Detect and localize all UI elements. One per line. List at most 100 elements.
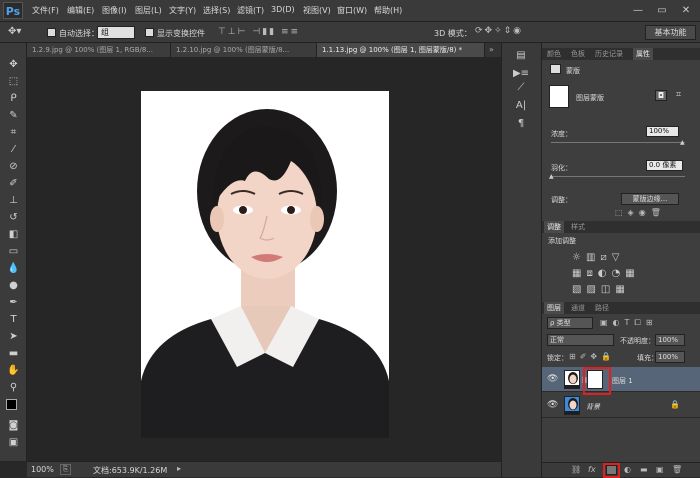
zoom-level[interactable]: 100% — [31, 465, 54, 474]
character-panel-icon[interactable]: A| — [510, 99, 532, 113]
history-brush-tool-icon[interactable]: ↺ — [6, 211, 21, 225]
minimize-icon[interactable]: — — [628, 3, 648, 18]
tab-styles[interactable]: 样式 — [568, 221, 588, 233]
quick-select-tool-icon[interactable]: ✎ — [6, 109, 21, 123]
auto-select-checkbox[interactable] — [47, 28, 56, 37]
lasso-tool-icon[interactable]: ᑭ — [6, 92, 21, 106]
brush-tool-icon[interactable]: ✐ — [6, 177, 21, 191]
menu-window[interactable]: 窗口(W) — [337, 5, 367, 16]
3d-mode-icons[interactable]: ⟳✥✧⇕◉ — [475, 26, 523, 36]
tab-adjustments[interactable]: 调整 — [544, 221, 564, 233]
tab-doc-1[interactable]: 1.2.9.jpg @ 100% (图层 1, RGB/8... — [27, 43, 171, 57]
fill-field[interactable]: 100% — [655, 351, 685, 363]
new-layer-icon[interactable]: ▣ — [656, 465, 664, 474]
tab-doc-2[interactable]: 1.2.10.jpg @ 100% (图层蒙版/8... — [171, 43, 317, 57]
visibility-eye-icon[interactable]: 👁 — [547, 400, 558, 410]
layer-row-layer1[interactable]: 👁 ⛓ 图层 1 — [542, 367, 700, 392]
tab-layers[interactable]: 图层 — [544, 302, 564, 314]
maximize-icon[interactable]: ▭ — [652, 3, 672, 18]
actions-panel-icon[interactable]: ▶≡ — [510, 67, 532, 81]
blend-mode-dropdown[interactable]: 正常 — [547, 334, 614, 346]
tab-paths[interactable]: 路径 — [592, 302, 612, 314]
mask-edge-button[interactable]: 蒙版边缘... — [621, 193, 679, 205]
photoshop-logo: Ps — [3, 2, 23, 19]
tab-swatches[interactable]: 色板 — [568, 48, 588, 60]
brush-presets-icon[interactable]: ⟋ — [510, 81, 532, 95]
shape-tool-icon[interactable]: ▬ — [6, 347, 21, 361]
feather-slider[interactable] — [551, 176, 685, 177]
menu-view[interactable]: 视图(V) — [303, 5, 331, 16]
tab-color[interactable]: 颜色 — [544, 48, 564, 60]
tab-history[interactable]: 历史记录 — [592, 48, 626, 60]
group-icon[interactable]: ▬ — [640, 465, 648, 474]
pixel-mask-icon[interactable]: ◘ — [655, 90, 667, 101]
menu-edit[interactable]: 编辑(E) — [67, 5, 94, 16]
layer-name[interactable]: 背景 — [586, 402, 600, 412]
tab-doc-3[interactable]: 1.1.13.jpg @ 100% (图层 1, 图层蒙版/8) * — [317, 43, 485, 57]
dodge-tool-icon[interactable]: ● — [6, 279, 21, 293]
auto-select-dropdown[interactable]: 组 — [97, 26, 135, 39]
feather-field[interactable]: 0.0 像素 — [646, 160, 683, 171]
visibility-eye-icon[interactable]: 👁 — [547, 374, 558, 384]
close-icon[interactable]: ✕ — [676, 3, 696, 18]
status-bar: 100% ⎘ 文档:653.9K/1.26M ▸ — [27, 461, 501, 477]
menu-layer[interactable]: 图层(L) — [135, 5, 162, 16]
menu-file[interactable]: 文件(F) — [32, 5, 59, 16]
zoom-tool-icon[interactable]: ⚲ — [6, 381, 21, 395]
density-slider-handle[interactable]: ▲ — [680, 139, 685, 146]
layer-filter-icons[interactable]: ▣◐T⧠⊞ — [600, 318, 658, 328]
layer-row-background[interactable]: 👁 背景 🔒 — [542, 393, 700, 418]
density-field[interactable]: 100% — [646, 126, 679, 137]
menu-image[interactable]: 图像(I) — [102, 5, 127, 16]
crop-tool-icon[interactable]: ⌗ — [6, 126, 21, 140]
workspace-button[interactable]: 基本功能 — [645, 25, 696, 40]
layer-name[interactable]: 图层 1 — [612, 376, 633, 386]
move-tool-icon[interactable]: ✥ — [6, 58, 21, 72]
adjustment-icons[interactable]: ☼▥⧄▽ ▦⧈◐◔▦ ▧▨◫▦ — [572, 250, 682, 298]
screen-mode-icon[interactable]: ▣ — [6, 436, 21, 450]
path-select-tool-icon[interactable]: ➤ — [6, 330, 21, 344]
gradient-tool-icon[interactable]: ▭ — [6, 245, 21, 259]
mask-action-icons[interactable]: ⬚◈◉🗑 — [615, 208, 666, 217]
move-tool-preset-icon[interactable]: ✥▾ — [8, 26, 21, 37]
pen-tool-icon[interactable]: ✒ — [6, 296, 21, 310]
vector-mask-icon[interactable]: ⌗ — [673, 90, 684, 101]
mask-thumbnail — [549, 85, 569, 108]
export-icon[interactable]: ⎘ — [60, 464, 71, 475]
auto-select-label: 自动选择： — [59, 29, 99, 38]
menu-3d[interactable]: 3D(D) — [271, 5, 295, 14]
layer-filter-dropdown[interactable]: ρ 类型 — [547, 317, 593, 329]
clone-stamp-tool-icon[interactable]: ⊥ — [6, 194, 21, 208]
history-panel-icon[interactable]: ▤ — [510, 49, 532, 63]
tab-properties[interactable]: 属性 — [633, 48, 653, 60]
quick-mask-icon[interactable]: ◙ — [6, 419, 21, 433]
tabs-overflow-icon[interactable]: » — [489, 45, 494, 54]
menu-filter[interactable]: 滤镜(T) — [237, 5, 264, 16]
layer-style-icon[interactable]: fx — [588, 465, 596, 474]
foreground-color-swatch[interactable] — [6, 399, 17, 410]
show-transform-checkbox[interactable] — [145, 28, 154, 37]
link-layers-icon[interactable]: ⛓ — [571, 465, 581, 474]
status-menu-arrow-icon[interactable]: ▸ — [177, 464, 181, 473]
paragraph-panel-icon[interactable]: ¶ — [510, 117, 532, 131]
eraser-tool-icon[interactable]: ◧ — [6, 228, 21, 242]
opacity-field[interactable]: 100% — [655, 334, 685, 346]
blur-tool-icon[interactable]: 💧 — [6, 262, 21, 276]
hand-tool-icon[interactable]: ✋ — [6, 364, 21, 378]
adjustment-layer-icon[interactable]: ◐ — [624, 465, 631, 474]
marquee-tool-icon[interactable]: ⬚ — [6, 75, 21, 89]
healing-brush-tool-icon[interactable]: ⊘ — [6, 160, 21, 174]
feather-slider-handle[interactable]: ▲ — [549, 173, 554, 180]
adjust-label: 调整： — [551, 196, 572, 204]
menu-select[interactable]: 选择(S) — [203, 5, 230, 16]
tab-channels[interactable]: 通道 — [568, 302, 588, 314]
lock-icons[interactable]: ⊞✐✥🔒 — [569, 352, 615, 361]
menu-type[interactable]: 文字(Y) — [169, 5, 196, 16]
eyedropper-tool-icon[interactable]: ⁄ — [6, 143, 21, 157]
density-slider[interactable] — [551, 142, 685, 143]
document-size: 文档:653.9K/1.26M — [93, 466, 168, 475]
trash-icon[interactable]: 🗑 — [672, 465, 682, 474]
menu-help[interactable]: 帮助(H) — [374, 5, 402, 16]
align-icons[interactable]: ⊤⊥⊢ ⊣▮▮ ≡≡ — [218, 27, 300, 37]
type-tool-icon[interactable]: T — [6, 313, 21, 327]
